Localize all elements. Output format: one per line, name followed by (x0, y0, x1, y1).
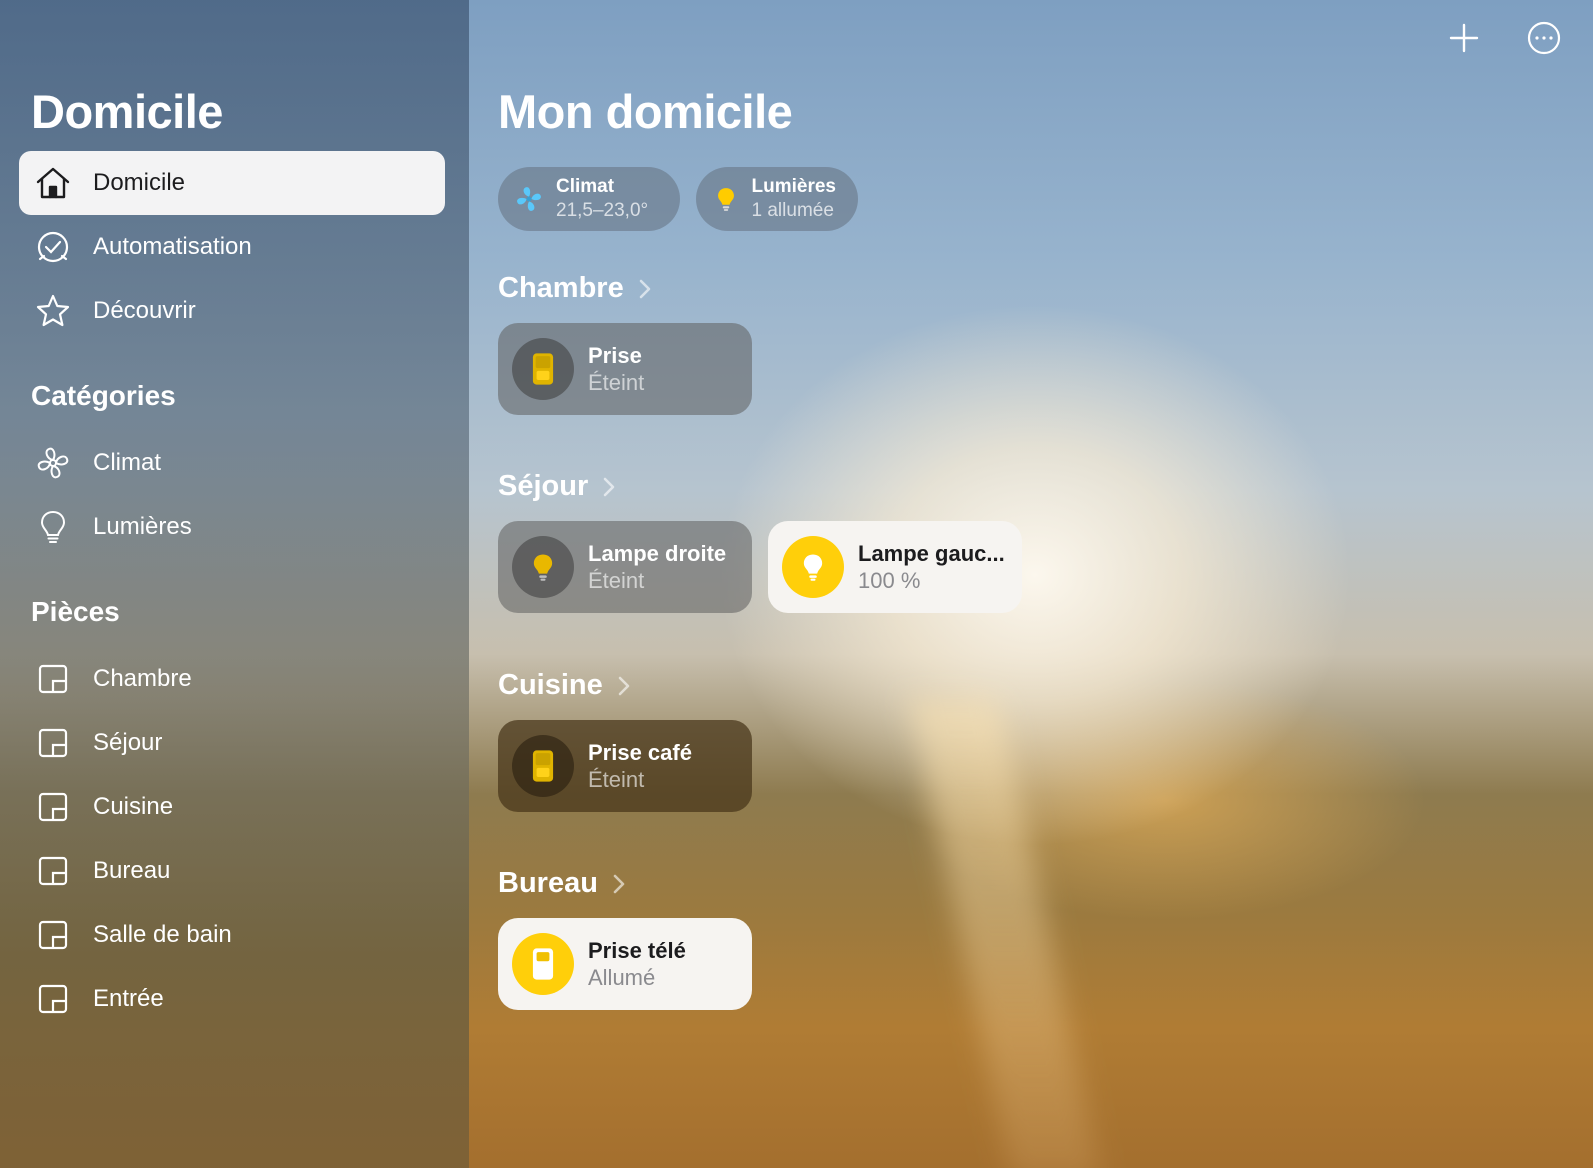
accessory-name: Prise café (588, 740, 692, 765)
accessory-tile-prise-cafe[interactable]: Prise café Éteint (498, 720, 752, 812)
accessory-name: Lampe droite (588, 541, 727, 566)
room-heading-label: Chambre (498, 272, 624, 304)
sidebar-item-label: Automatisation (93, 233, 252, 260)
add-button[interactable] (1442, 18, 1486, 62)
sidebar-item-chambre[interactable]: Chambre (19, 647, 445, 711)
sidebar-item-label: Séjour (93, 729, 163, 756)
room-heading-label: Cuisine (498, 669, 603, 701)
sidebar-item-label: Chambre (93, 665, 192, 692)
accessory-status: Allumé (588, 965, 656, 990)
room-heading-chambre[interactable]: Chambre (498, 272, 652, 305)
sidebar-item-label: Climat (93, 449, 162, 476)
sidebar-item-label: Salle de bain (93, 921, 232, 948)
pill-title: Climat (556, 176, 615, 197)
sidebar-title: Domicile (31, 85, 223, 138)
accessory-tile-prise[interactable]: Prise Éteint (498, 323, 752, 415)
accessory-status: Éteint (588, 370, 645, 395)
chevron-right-icon (639, 279, 651, 298)
room-heading-label: Séjour (498, 470, 589, 502)
lightbulb-icon (33, 507, 73, 547)
lightbulb-icon (512, 536, 574, 598)
sidebar-item-salle-de-bain[interactable]: Salle de bain (19, 903, 445, 967)
rooms-heading: Pièces (31, 596, 120, 627)
page-title: Mon domicile (498, 85, 793, 138)
sidebar-item-automatisation[interactable]: Automatisation (19, 215, 445, 279)
home-app: Domicile Domicile Automatisation Découvr… (0, 0, 1593, 1168)
more-button[interactable] (1522, 18, 1566, 62)
room-heading-bureau[interactable]: Bureau (498, 867, 626, 900)
pill-subtitle: 21,5–23,0° (556, 200, 649, 221)
house-icon (33, 163, 73, 203)
sidebar-item-decouvrir[interactable]: Découvrir (19, 279, 445, 343)
accessory-status: Éteint (588, 767, 645, 792)
sidebar-item-label: Lumières (93, 513, 192, 540)
sidebar-item-label: Entrée (93, 985, 164, 1012)
accessory-tile-prise-tele[interactable]: Prise télé Allumé (498, 918, 752, 1010)
clock-icon (33, 227, 73, 267)
sidebar-item-cuisine[interactable]: Cuisine (19, 775, 445, 839)
accessory-name: Prise télé (588, 938, 686, 963)
chevron-right-icon (618, 676, 630, 695)
outlet-icon (512, 933, 574, 995)
star-icon (33, 291, 73, 331)
ellipsis-circle-icon (1526, 20, 1562, 61)
sidebar-item-label: Cuisine (93, 793, 174, 820)
categories-heading: Catégories (31, 380, 176, 411)
room-heading-label: Bureau (498, 867, 598, 899)
lumieres-status-pill[interactable]: Lumières 1 allumée (696, 167, 858, 231)
chevron-right-icon (603, 477, 615, 496)
sidebar-item-climat[interactable]: Climat (19, 431, 445, 495)
room-icon (33, 659, 73, 699)
pill-title: Lumières (751, 176, 836, 197)
room-icon (33, 787, 73, 827)
plus-icon (1446, 20, 1482, 61)
sidebar-item-label: Découvrir (93, 297, 196, 324)
accessory-status: Éteint (588, 568, 645, 593)
outlet-icon (512, 338, 574, 400)
room-heading-sejour[interactable]: Séjour (498, 470, 616, 503)
lightbulb-icon (712, 182, 740, 216)
accessory-name: Prise (588, 343, 642, 368)
accessory-status: 100 % (858, 568, 921, 593)
sidebar-item-domicile[interactable]: Domicile (19, 151, 445, 215)
outlet-icon (512, 735, 574, 797)
sidebar-item-label: Domicile (93, 169, 186, 196)
accessory-tile-lampe-droite[interactable]: Lampe droite Éteint (498, 521, 752, 613)
fan-icon (33, 443, 73, 483)
accessory-name: Lampe gauc... (858, 541, 1005, 566)
sidebar-item-entree[interactable]: Entrée (19, 967, 445, 1031)
pill-subtitle: 1 allumée (751, 200, 834, 221)
room-icon (33, 723, 73, 763)
room-icon (33, 851, 73, 891)
accessory-tile-lampe-gauche[interactable]: Lampe gauc... 100 % (768, 521, 1022, 613)
sidebar-item-bureau[interactable]: Bureau (19, 839, 445, 903)
room-icon (33, 915, 73, 955)
sidebar-item-sejour[interactable]: Séjour (19, 711, 445, 775)
fan-icon (514, 182, 544, 216)
room-icon (33, 979, 73, 1019)
climat-status-pill[interactable]: Climat 21,5–23,0° (498, 167, 680, 231)
sidebar-item-label: Bureau (93, 857, 171, 884)
sidebar: Domicile Domicile Automatisation Découvr… (0, 0, 469, 1168)
chevron-right-icon (613, 874, 625, 893)
sidebar-item-lumieres[interactable]: Lumières (19, 495, 445, 559)
room-heading-cuisine[interactable]: Cuisine (498, 669, 631, 702)
lightbulb-icon (782, 536, 844, 598)
